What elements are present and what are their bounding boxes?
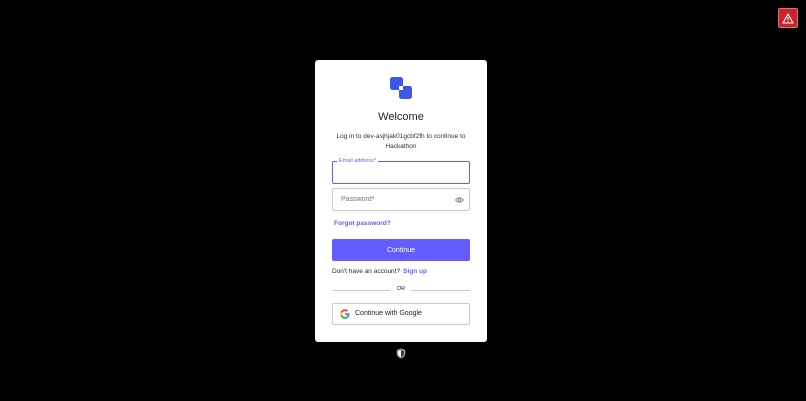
page-title: Welcome xyxy=(378,111,424,123)
password-field[interactable] xyxy=(332,188,470,211)
email-input[interactable] xyxy=(333,162,469,183)
google-login-button[interactable]: Continue with Google xyxy=(332,303,470,325)
email-field[interactable]: Email address* xyxy=(332,158,470,184)
app-logo-icon xyxy=(390,77,412,99)
google-button-label: Continue with Google xyxy=(355,310,422,317)
google-icon xyxy=(340,309,350,319)
divider-text: OR xyxy=(396,286,406,292)
shield-icon xyxy=(396,348,406,359)
warning-button[interactable] xyxy=(778,8,798,28)
login-card: Welcome Log in to dev-asjhjak01gcbf2fh t… xyxy=(315,60,487,342)
show-password-button[interactable] xyxy=(454,195,464,205)
warning-icon xyxy=(782,12,794,24)
eye-icon xyxy=(454,197,464,203)
forgot-password-link[interactable]: Forgot password? xyxy=(334,220,391,227)
signup-link[interactable]: Sign up xyxy=(403,268,427,275)
login-page: Welcome Log in to dev-asjhjak01gcbf2fh t… xyxy=(0,0,806,401)
divider-line-right xyxy=(411,290,470,291)
password-input[interactable] xyxy=(333,189,469,210)
divider-line-left xyxy=(332,290,390,291)
login-subtitle: Log in to dev-asjhjak01gcbf2fh to contin… xyxy=(336,133,466,150)
signup-row: Don't have an account? Sign up xyxy=(332,268,427,275)
signup-prompt: Don't have an account? xyxy=(332,268,401,275)
continue-button[interactable]: Continue xyxy=(332,239,470,261)
